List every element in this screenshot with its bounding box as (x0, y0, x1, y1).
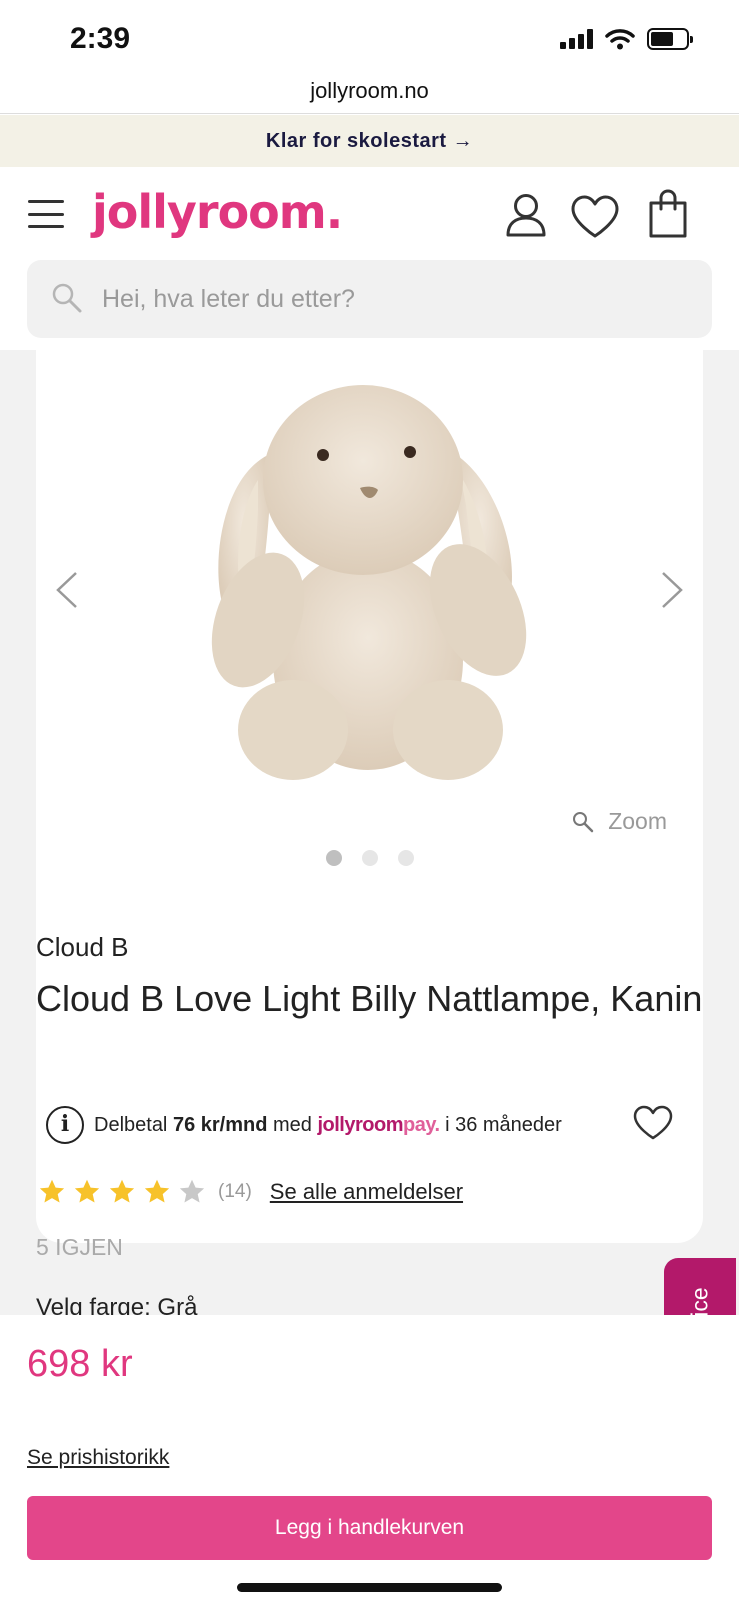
installment-info[interactable]: i Delbetal 76 kr/mnd med jollyroompay. i… (36, 1087, 585, 1163)
chevron-right-icon[interactable] (657, 570, 687, 610)
review-count: (14) (218, 1181, 252, 1202)
product-price: 698 kr (27, 1343, 133, 1385)
search-bar[interactable] (27, 260, 712, 338)
rating-stars (38, 1178, 206, 1206)
site-header: jollyroom. (0, 167, 739, 350)
status-bar: 2:39 (0, 0, 739, 80)
product-rating[interactable]: (14) Se alle anmeldelser (38, 1178, 463, 1206)
installment-prefix: Delbetal (94, 1113, 168, 1136)
star-filled-icon (74, 1179, 100, 1203)
product-content[interactable]: Zoom Cloud B Cloud B Love Light Billy Na… (0, 350, 739, 1315)
hamburger-menu-icon[interactable] (28, 200, 64, 228)
search-icon (52, 283, 82, 313)
stock-status: 5 IGJEN (36, 1234, 123, 1260)
jollyroompay-logo: jollyroompay. (317, 1113, 440, 1136)
add-to-wishlist-icon[interactable] (633, 1105, 673, 1141)
purchase-bar: 698 kr Se prishistorikk Legg i handlekur… (0, 1315, 739, 1600)
magnifier-icon (573, 811, 594, 832)
wishlist-icon[interactable] (570, 195, 620, 239)
star-filled-icon (39, 1179, 65, 1203)
product-title: Cloud B Love Light Billy Nattlampe, Kani… (36, 978, 703, 1019)
gallery-dot[interactable] (397, 850, 414, 866)
account-icon[interactable] (505, 193, 547, 237)
installment-suffix: i 36 måneder (445, 1113, 562, 1136)
color-select-label: Velg farge: Grå (36, 1294, 198, 1315)
gallery-dot[interactable] (325, 850, 342, 866)
wifi-icon (605, 29, 635, 50)
product-brand[interactable]: Cloud B (36, 932, 129, 963)
chevron-left-icon[interactable] (52, 570, 82, 610)
see-all-reviews-link[interactable]: Se alle anmeldelser (270, 1179, 463, 1205)
star-empty-icon (179, 1179, 205, 1203)
installment-amount: 76 kr/mnd (172, 1113, 268, 1136)
product-image[interactable] (148, 360, 588, 790)
home-indicator[interactable] (237, 1583, 502, 1592)
star-filled-icon (144, 1179, 170, 1203)
gallery-pagination (36, 850, 703, 866)
shopping-bag-icon[interactable] (648, 189, 688, 239)
search-input[interactable] (102, 260, 692, 338)
star-filled-icon (109, 1179, 135, 1203)
zoom-label: Zoom (608, 808, 667, 834)
installment-med: med (273, 1113, 312, 1136)
zoom-button[interactable]: Zoom (572, 808, 667, 835)
status-icons (560, 28, 693, 50)
price-history-link[interactable]: Se prishistorikk (27, 1446, 169, 1470)
cellular-signal-icon (560, 29, 593, 49)
info-icon: i (46, 1106, 84, 1144)
add-to-cart-button[interactable]: Legg i handlekurven (27, 1496, 712, 1560)
browser-url[interactable]: jollyroom.no (0, 72, 739, 114)
battery-icon (647, 28, 693, 50)
gallery-dot[interactable] (361, 850, 378, 866)
status-time: 2:39 (70, 22, 131, 55)
site-logo[interactable]: jollyroom. (92, 185, 343, 239)
promo-banner[interactable]: Klar for skolestart → (0, 115, 739, 167)
